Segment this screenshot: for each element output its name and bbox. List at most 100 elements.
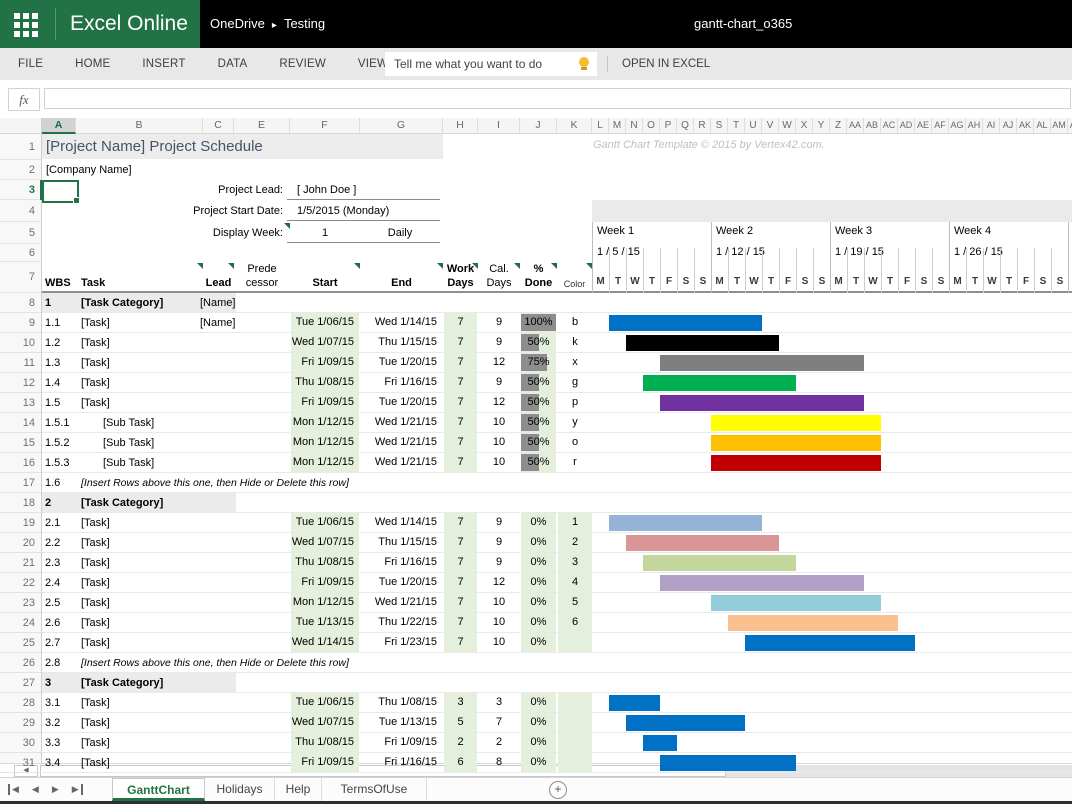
- col-header-K[interactable]: K: [557, 118, 592, 134]
- cell-workdays[interactable]: 7: [444, 313, 477, 332]
- day-letter[interactable]: F: [898, 262, 915, 293]
- week-label[interactable]: Week 2: [716, 225, 827, 239]
- cell-lead[interactable]: [Name]: [200, 293, 260, 313]
- gantt-bar[interactable]: [660, 575, 864, 591]
- cell-color[interactable]: o: [558, 433, 592, 452]
- gantt-bar[interactable]: [711, 415, 881, 431]
- cell-caldays[interactable]: 9: [478, 553, 520, 572]
- cell-caldays[interactable]: 3: [478, 693, 520, 712]
- cell-start[interactable]: Tue 1/13/15: [291, 613, 359, 632]
- cell-wbs[interactable]: 2.7: [45, 633, 79, 653]
- cell-end[interactable]: Fri 1/23/15: [360, 633, 442, 652]
- gantt-bar[interactable]: [711, 455, 881, 471]
- cell-end[interactable]: Wed 1/21/15: [360, 453, 442, 472]
- cell-start[interactable]: Wed 1/07/15: [291, 533, 359, 552]
- col-header-AD[interactable]: AD: [898, 118, 915, 134]
- cell-start[interactable]: Tue 1/06/15: [291, 313, 359, 332]
- gantt-bar[interactable]: [626, 535, 779, 551]
- cell-color[interactable]: g: [558, 373, 592, 392]
- row-header-24[interactable]: 24: [0, 613, 35, 633]
- cell-workdays[interactable]: 7: [444, 553, 477, 572]
- cell-start[interactable]: Thu 1/08/15: [291, 373, 359, 392]
- formula-input[interactable]: [44, 88, 1071, 109]
- day-letter[interactable]: S: [1051, 262, 1068, 293]
- header-predecessor-1[interactable]: Prede: [234, 263, 290, 276]
- day-letter[interactable]: T: [609, 262, 626, 293]
- cell-task[interactable]: [Sub Task]: [103, 433, 223, 453]
- row-header-20[interactable]: 20: [0, 533, 35, 553]
- cell-color[interactable]: 3: [558, 553, 592, 572]
- cell-end[interactable]: Thu 1/22/15: [360, 613, 442, 632]
- cell-wbs[interactable]: 2.8: [45, 653, 75, 673]
- cell-done[interactable]: 0%: [521, 513, 556, 532]
- day-letter[interactable]: F: [779, 262, 796, 293]
- row-header-22[interactable]: 22: [0, 573, 35, 593]
- row-header-2[interactable]: 2: [0, 160, 35, 180]
- col-header-AM[interactable]: AM: [1051, 118, 1068, 134]
- col-header-W[interactable]: W: [779, 118, 796, 134]
- cell-done[interactable]: 50%: [521, 373, 556, 392]
- week-label[interactable]: Week 4: [954, 225, 1065, 239]
- cell-workdays[interactable]: 7: [444, 333, 477, 352]
- search-input[interactable]: [385, 52, 597, 76]
- col-header-N[interactable]: N: [626, 118, 643, 134]
- cell-end[interactable]: Tue 1/13/15: [360, 713, 442, 732]
- col-header-A[interactable]: A: [42, 118, 76, 134]
- cell-start[interactable]: Fri 1/09/15: [291, 393, 359, 412]
- cell-caldays[interactable]: 2: [478, 733, 520, 752]
- cell-color[interactable]: x: [558, 353, 592, 372]
- cell-color[interactable]: 1: [558, 513, 592, 532]
- row-header-12[interactable]: 12: [0, 373, 35, 393]
- col-header-L[interactable]: L: [592, 118, 609, 134]
- cell-task[interactable]: [Task Category]: [81, 493, 236, 513]
- cell-start[interactable]: Tue 1/06/15: [291, 693, 359, 712]
- cell-workdays[interactable]: 7: [444, 613, 477, 632]
- row-header-6[interactable]: 6: [0, 244, 35, 262]
- sheet-tab-help[interactable]: Help: [275, 778, 322, 801]
- gantt-bar[interactable]: [643, 735, 677, 751]
- cell-caldays[interactable]: 10: [478, 593, 520, 612]
- cell-caldays[interactable]: 9: [478, 533, 520, 552]
- day-letter[interactable]: W: [626, 262, 643, 293]
- cell-workdays[interactable]: 7: [444, 433, 477, 452]
- prev-sheet-icon[interactable]: ◀: [32, 784, 39, 795]
- col-header-C[interactable]: C: [203, 118, 234, 134]
- sheet-tab-termsofuse[interactable]: TermsOfUse: [322, 778, 427, 801]
- day-letter[interactable]: M: [830, 262, 847, 293]
- day-letter[interactable]: S: [915, 262, 932, 293]
- cell-color[interactable]: r: [558, 453, 592, 472]
- header-start[interactable]: Start: [290, 277, 360, 291]
- row-header-8[interactable]: 8: [0, 293, 35, 313]
- row-header-29[interactable]: 29: [0, 713, 35, 733]
- day-letter[interactable]: M: [711, 262, 728, 293]
- cell-workdays[interactable]: 7: [444, 413, 477, 432]
- day-letter[interactable]: T: [847, 262, 864, 293]
- cell-done[interactable]: 50%: [521, 453, 556, 472]
- day-letter[interactable]: M: [1068, 262, 1072, 293]
- row-header-4[interactable]: 4: [0, 200, 35, 222]
- cell-task[interactable]: [Task]: [81, 353, 201, 373]
- cell-end[interactable]: Fri 1/16/15: [360, 753, 442, 772]
- col-header-V[interactable]: V: [762, 118, 779, 134]
- day-letter[interactable]: F: [1017, 262, 1034, 293]
- gantt-bar[interactable]: [711, 595, 881, 611]
- cell-caldays[interactable]: 10: [478, 453, 520, 472]
- cell-color[interactable]: [558, 693, 592, 712]
- cell-start[interactable]: Fri 1/09/15: [291, 753, 359, 772]
- cell-caldays[interactable]: 9: [478, 333, 520, 352]
- cell-end[interactable]: Tue 1/20/15: [360, 393, 442, 412]
- cell-wbs[interactable]: 1.1: [45, 313, 79, 333]
- cell-caldays[interactable]: 9: [478, 373, 520, 392]
- col-header-F[interactable]: F: [290, 118, 360, 134]
- cell-caldays[interactable]: 7: [478, 713, 520, 732]
- gantt-bar[interactable]: [626, 715, 745, 731]
- cell-workdays[interactable]: 7: [444, 593, 477, 612]
- cell-task[interactable]: [Task]: [81, 533, 201, 553]
- cell-end[interactable]: Fri 1/16/15: [360, 553, 442, 572]
- day-letter[interactable]: T: [643, 262, 660, 293]
- sheet-tab-holidays[interactable]: Holidays: [205, 778, 275, 801]
- cell-caldays[interactable]: 10: [478, 613, 520, 632]
- breadcrumb-onedrive[interactable]: OneDrive: [210, 16, 265, 31]
- cell-lead[interactable]: [Name]: [200, 313, 260, 333]
- day-letter[interactable]: T: [1000, 262, 1017, 293]
